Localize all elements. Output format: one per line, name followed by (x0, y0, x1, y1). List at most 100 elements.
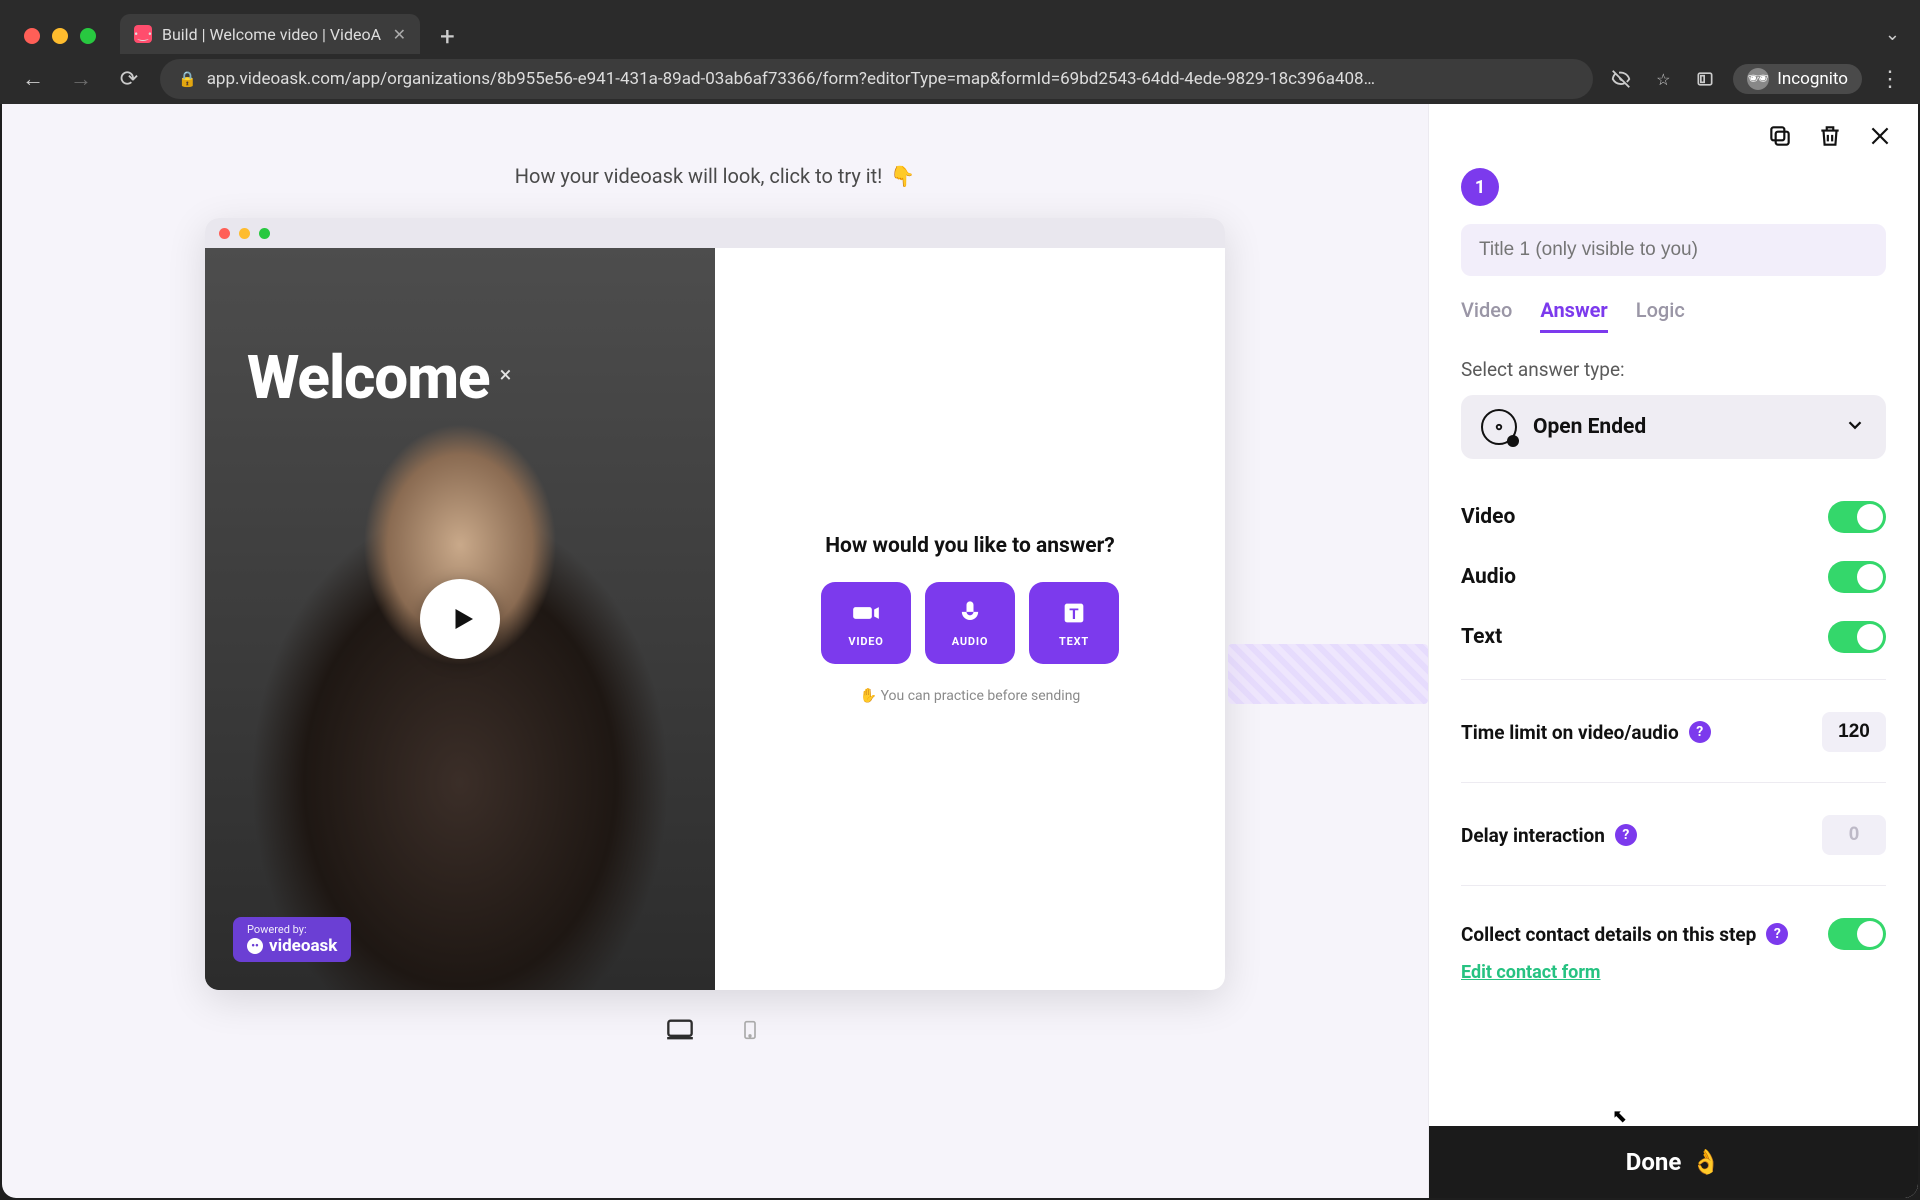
step-badge: 1 (1461, 168, 1499, 206)
answer-options: VIDEO AUDIO T TEXT (821, 582, 1119, 664)
forward-button[interactable]: → (64, 62, 98, 96)
toggle-video-row: Video (1461, 487, 1886, 547)
answer-audio-button[interactable]: AUDIO (925, 582, 1015, 664)
powered-by-badge[interactable]: Powered by: •• videoask (233, 917, 351, 962)
preview-area: How your videoask will look, click to tr… (2, 104, 1428, 1198)
text-icon: T (1060, 599, 1088, 627)
answer-video-button[interactable]: VIDEO (821, 582, 911, 664)
incognito-badge[interactable]: 🕶 Incognito (1733, 64, 1862, 94)
mobile-preview-button[interactable] (730, 1014, 770, 1046)
browser-menu-icon[interactable]: ⋮ (1876, 65, 1904, 93)
tab-close-icon[interactable]: ✕ (393, 25, 406, 44)
collect-contact-label: Collect contact details on this step (1461, 923, 1756, 946)
answer-text-button[interactable]: T TEXT (1029, 582, 1119, 664)
background-decoration (1228, 644, 1428, 704)
editor-body: 1 Video Answer Logic Select answer type:… (1429, 168, 1918, 1126)
toggle-audio-label: Audio (1461, 565, 1516, 589)
preview-fullscreen-icon (259, 228, 270, 239)
toggle-collect-contact[interactable] (1828, 918, 1886, 950)
lock-icon: 🔒 (178, 70, 197, 88)
time-limit-row: Time limit on video/audio ? (1461, 694, 1886, 770)
tabs-dropdown-icon[interactable]: ⌄ (1885, 24, 1900, 45)
incognito-label: Incognito (1777, 69, 1848, 89)
videoask-logo-icon: •• (247, 938, 263, 954)
answer-video-label: VIDEO (848, 635, 883, 648)
window-fullscreen-icon[interactable] (80, 28, 96, 44)
powered-name: videoask (269, 936, 337, 956)
toggle-audio-row: Audio (1461, 547, 1886, 607)
time-limit-help-icon[interactable]: ? (1689, 721, 1711, 743)
close-icon (1867, 123, 1893, 149)
toggle-audio[interactable] (1828, 561, 1886, 593)
collect-contact-row: Collect contact details on this step ? (1461, 900, 1886, 954)
delay-help-icon[interactable]: ? (1615, 824, 1637, 846)
duplicate-button[interactable] (1766, 122, 1794, 150)
delay-row: Delay interaction ? (1461, 797, 1886, 873)
divider (1461, 679, 1886, 680)
answer-pane: How would you like to answer? VIDEO AUDI… (715, 248, 1225, 990)
delay-input[interactable] (1822, 815, 1886, 855)
camera-icon (852, 599, 880, 627)
step-title-input[interactable] (1461, 224, 1886, 276)
copy-icon (1767, 123, 1793, 149)
toggle-video[interactable] (1828, 501, 1886, 533)
window-close-icon[interactable] (24, 28, 40, 44)
eye-off-icon[interactable] (1607, 65, 1635, 93)
preview-window[interactable]: Welcome× Powered by: •• videoask How w (205, 218, 1225, 990)
window-traffic-lights (24, 28, 96, 44)
app-viewport: How your videoask will look, click to tr… (2, 104, 1918, 1198)
browser-chrome: •‿• Build | Welcome video | VideoA ✕ + ⌄… (0, 0, 1920, 104)
preview-body: Welcome× Powered by: •• videoask How w (205, 248, 1225, 990)
edit-contact-form-link[interactable]: Edit contact form (1461, 962, 1601, 983)
delay-label: Delay interaction (1461, 824, 1605, 847)
toggle-text-label: Text (1461, 625, 1502, 649)
done-button[interactable]: Done 👌 (1429, 1126, 1918, 1198)
incognito-icon: 🕶 (1747, 68, 1769, 90)
device-toggle (660, 1014, 770, 1046)
new-tab-button[interactable]: + (440, 22, 455, 52)
tab-logic[interactable]: Logic (1636, 298, 1685, 333)
mic-icon (956, 599, 984, 627)
star-icon[interactable]: ☆ (1649, 65, 1677, 93)
browser-tab[interactable]: •‿• Build | Welcome video | VideoA ✕ (120, 14, 420, 54)
done-label: Done (1626, 1148, 1682, 1176)
overlay-close-icon[interactable]: × (500, 363, 511, 388)
tab-favicon-icon: •‿• (134, 25, 152, 43)
toggle-video-label: Video (1461, 505, 1515, 529)
preview-titlebar (205, 218, 1225, 248)
delete-button[interactable] (1816, 122, 1844, 150)
toggle-text-row: Text (1461, 607, 1886, 667)
play-button[interactable] (420, 579, 500, 659)
toggle-text[interactable] (1828, 621, 1886, 653)
answer-type-value: Open Ended (1533, 415, 1646, 439)
back-button[interactable]: ← (16, 62, 50, 96)
divider (1461, 885, 1886, 886)
extension-icon[interactable] (1691, 65, 1719, 93)
answer-question: How would you like to answer? (825, 534, 1115, 558)
url-text: app.videoask.com/app/organizations/8b955… (207, 69, 1375, 89)
close-panel-button[interactable] (1866, 122, 1894, 150)
video-title: Welcome× (247, 342, 510, 413)
desktop-preview-button[interactable] (660, 1014, 700, 1046)
svg-text:T: T (1069, 604, 1079, 622)
editor-panel: 1 Video Answer Logic Select answer type:… (1428, 104, 1918, 1198)
video-pane[interactable]: Welcome× Powered by: •• videoask (205, 248, 715, 990)
time-limit-input[interactable] (1822, 712, 1886, 752)
window-minimize-icon[interactable] (52, 28, 68, 44)
ok-hand-icon: 👌 (1691, 1148, 1721, 1176)
open-ended-icon (1481, 409, 1517, 445)
play-icon (448, 604, 478, 634)
time-limit-label: Time limit on video/audio (1461, 721, 1679, 744)
address-bar[interactable]: 🔒 app.videoask.com/app/organizations/8b9… (160, 59, 1593, 99)
practice-note: ✋ You can practice before sending (860, 688, 1081, 704)
tab-title: Build | Welcome video | VideoA (162, 25, 381, 44)
answer-type-label: Select answer type: (1461, 358, 1886, 381)
divider (1461, 782, 1886, 783)
point-down-icon: 👇 (890, 164, 915, 188)
tab-video[interactable]: Video (1461, 298, 1512, 333)
collect-help-icon[interactable]: ? (1766, 923, 1788, 945)
answer-audio-label: AUDIO (952, 635, 989, 648)
answer-type-select[interactable]: Open Ended (1461, 395, 1886, 459)
reload-button[interactable]: ⟳ (112, 62, 146, 96)
tab-answer[interactable]: Answer (1540, 298, 1607, 333)
